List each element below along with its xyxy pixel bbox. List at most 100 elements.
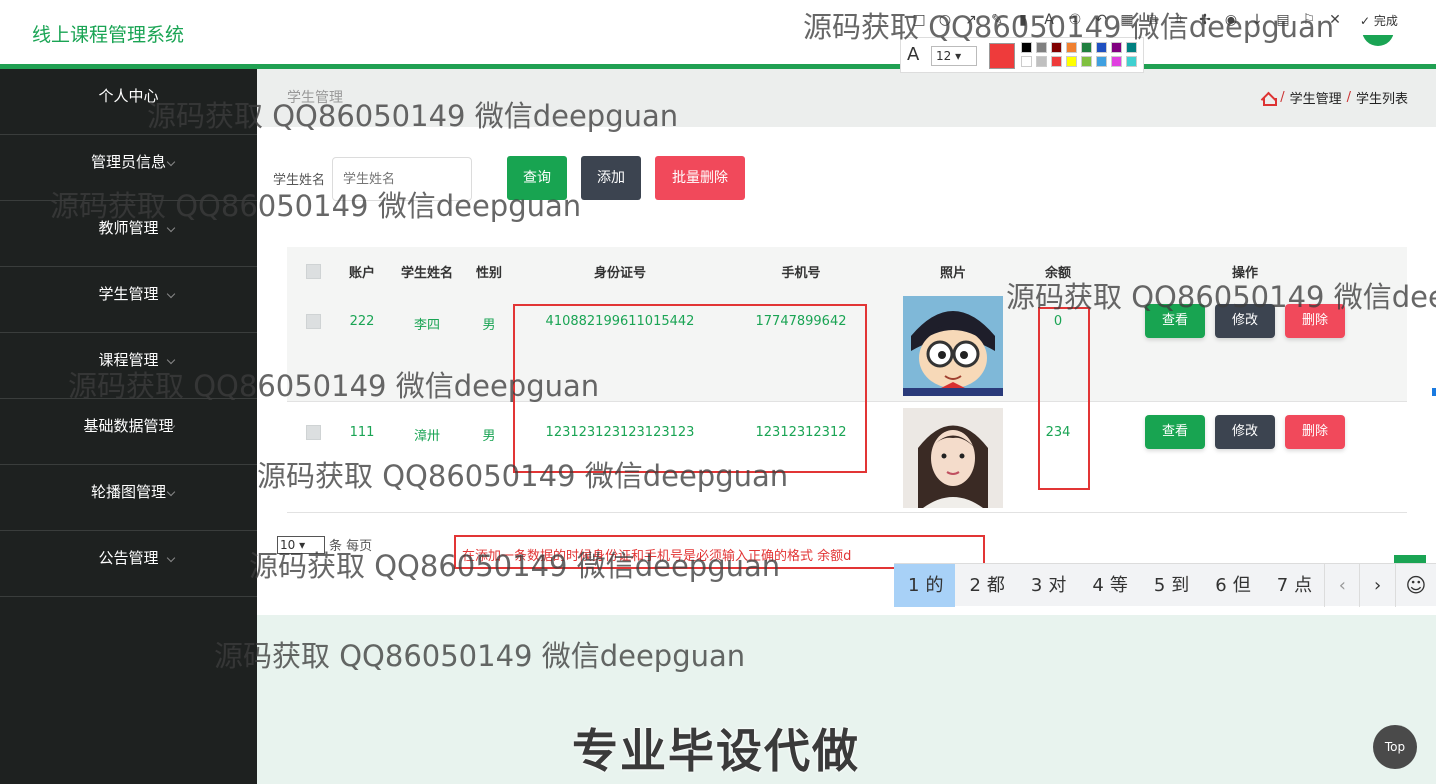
sidebar-item-students[interactable]: 学生管理 — [0, 267, 257, 333]
candidate-text: 但 — [1232, 574, 1251, 596]
ime-prev-icon[interactable]: ‹ — [1324, 563, 1359, 607]
record-icon[interactable]: ◉ — [1220, 9, 1242, 31]
emoji-icon[interactable]: ☺ — [1394, 563, 1436, 607]
table-header: 账户 学生姓名 性别 身份证号 手机号 照片 余额 操作 — [287, 247, 1407, 297]
ime-next-icon[interactable]: › — [1359, 563, 1394, 607]
sidebar-item-label: 个人中心 — [98, 87, 159, 105]
row-checkbox[interactable] — [306, 314, 321, 329]
sidebar-item-admin-info[interactable]: 管理员信息 — [0, 135, 257, 201]
student-photo — [903, 408, 1003, 508]
font-size-select[interactable]: 12 ▾ — [931, 46, 977, 66]
query-button[interactable]: 查询 — [507, 156, 567, 200]
ime-candidate[interactable]: 1的 — [894, 563, 956, 607]
sidebar-item-label: 课程管理 — [98, 351, 159, 369]
current-color-swatch[interactable] — [989, 43, 1015, 69]
sidebar-item-label: 公告管理 — [98, 549, 159, 567]
sidebar-item-courses[interactable]: 课程管理 — [0, 333, 257, 399]
candidate-number: 2 — [969, 574, 981, 596]
color-swatch[interactable] — [1081, 56, 1092, 67]
edit-button[interactable]: 修改 — [1215, 304, 1275, 338]
page-size-suffix: 条 每页 — [329, 539, 373, 554]
sidebar-item-label: 管理员信息 — [90, 153, 166, 171]
select-all-checkbox[interactable] — [306, 264, 321, 279]
search-input[interactable] — [332, 157, 472, 201]
delete-button[interactable]: 删除 — [1285, 415, 1345, 449]
download-icon[interactable]: ↓ — [1246, 9, 1268, 31]
ime-candidate[interactable]: 3对 — [1017, 564, 1078, 607]
view-button[interactable]: 查看 — [1145, 304, 1205, 338]
sidebar-item-carousel[interactable]: 轮播图管理 — [0, 465, 257, 531]
marker-tool-icon[interactable]: ▮ — [1012, 9, 1034, 31]
pin-icon[interactable]: ✢ — [1194, 9, 1216, 31]
done-label: 完成 — [1373, 13, 1398, 28]
color-swatch[interactable] — [1051, 56, 1062, 67]
candidate-number: 3 — [1030, 574, 1043, 596]
chevron-down-icon — [166, 223, 176, 233]
color-swatch[interactable] — [1111, 56, 1122, 67]
bookmark-icon[interactable]: ⚐ — [1298, 9, 1320, 31]
color-swatch[interactable] — [1066, 42, 1077, 53]
app-title[interactable]: 线上课程管理系统 — [32, 20, 184, 47]
color-swatch[interactable] — [1081, 42, 1092, 53]
done-button[interactable]: ✓ 完成 — [1360, 12, 1398, 29]
color-swatch[interactable] — [1096, 56, 1107, 67]
view-button[interactable]: 查看 — [1145, 415, 1205, 449]
color-swatch[interactable] — [1051, 42, 1062, 53]
delete-button[interactable]: 删除 — [1285, 304, 1345, 338]
candidate-number: 6 — [1215, 574, 1227, 596]
column-header: 手机号 — [781, 266, 821, 281]
copy-icon[interactable]: ⧉ — [1142, 9, 1164, 31]
ime-candidate[interactable]: 5到 — [1140, 564, 1201, 607]
number-tool-icon[interactable]: ① — [1064, 9, 1086, 31]
candidate-number: 4 — [1092, 574, 1104, 596]
sidebar-item-label: 学生管理 — [98, 285, 159, 303]
add-button[interactable]: 添加 — [581, 156, 641, 200]
sidebar-item-teachers[interactable]: 教师管理 — [0, 201, 257, 267]
edit-button[interactable]: 修改 — [1215, 415, 1275, 449]
arrow-tool-icon[interactable]: ↗ — [960, 9, 982, 31]
color-swatch[interactable] — [1036, 42, 1047, 53]
candidate-number: 7 — [1276, 574, 1289, 596]
sidebar-item-basic-data[interactable]: 基础数据管理 — [0, 399, 257, 465]
sidebar-item-personal-center[interactable]: 个人中心 — [0, 69, 257, 135]
ime-candidate[interactable]: 4等 — [1078, 564, 1139, 607]
color-swatch[interactable] — [1066, 56, 1077, 67]
row-checkbox[interactable] — [306, 425, 321, 440]
color-swatch[interactable] — [1111, 42, 1122, 53]
ellipse-tool-icon[interactable]: ○ — [934, 9, 956, 31]
column-header: 账户 — [348, 266, 376, 281]
back-to-top-button[interactable]: Top — [1373, 725, 1417, 769]
breadcrumb-item[interactable]: 学生管理 — [1290, 88, 1342, 107]
undo-icon[interactable]: ↶ — [1090, 9, 1112, 31]
color-swatch[interactable] — [1036, 56, 1047, 67]
candidate-number: 1 — [908, 574, 920, 596]
ime-candidate[interactable]: 2都 — [955, 564, 1016, 607]
ime-candidate[interactable]: 7点 — [1263, 564, 1324, 607]
mosaic-icon[interactable]: ▦ — [1116, 9, 1138, 31]
color-swatch[interactable] — [1126, 56, 1137, 67]
color-swatch[interactable] — [1126, 42, 1137, 53]
save-icon[interactable]: ▤ — [1272, 9, 1294, 31]
rectangle-tool-icon[interactable]: □ — [908, 9, 930, 31]
candidate-number: 5 — [1153, 574, 1166, 596]
sidebar-item-announcements[interactable]: 公告管理 — [0, 531, 257, 597]
home-icon[interactable] — [1261, 92, 1278, 106]
chevron-down-icon — [166, 487, 176, 497]
ime-candidate[interactable]: 6但 — [1201, 564, 1262, 607]
batch-delete-button[interactable]: 批量删除 — [655, 156, 745, 200]
text-style-panel: A 12 ▾ — [900, 37, 1144, 73]
font-icon: A — [907, 44, 920, 65]
pen-tool-icon[interactable]: ✎ — [986, 9, 1008, 31]
color-swatch[interactable] — [1021, 42, 1032, 53]
close-icon[interactable]: ✕ — [1324, 9, 1346, 31]
color-swatch[interactable] — [1021, 56, 1032, 67]
text-tool-icon[interactable]: A — [1038, 9, 1060, 31]
page-title: 学生管理 — [287, 90, 343, 106]
page-size-select[interactable]: 10 ▾ — [277, 536, 325, 554]
color-swatch[interactable] — [1096, 42, 1107, 53]
cell-gender: 男 — [482, 318, 496, 333]
candidate-text: 到 — [1171, 574, 1190, 596]
check-icon: ✓ — [1360, 13, 1371, 28]
candidate-text: 都 — [986, 574, 1005, 596]
crop-icon[interactable]: ⌗ — [1168, 9, 1190, 31]
